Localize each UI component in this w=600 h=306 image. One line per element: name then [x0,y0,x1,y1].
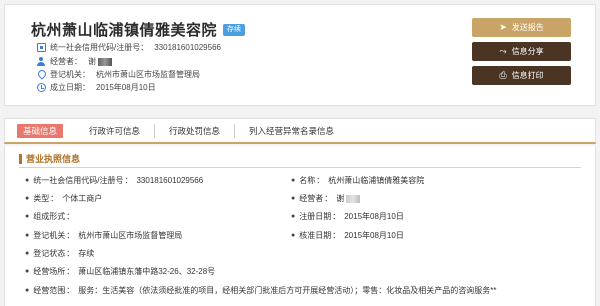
field-label: 经营者 [299,194,324,203]
send-report-button[interactable]: ➤ 发送报告 [472,18,571,37]
section-divider [19,167,581,168]
field-scope: ● 经营范围： 服务：生活美容（依法须经批准的项目，经相关部门批准后方可开展经营… [25,286,497,295]
license-panel: 营业执照信息 ● 统一社会信用代码/注册号： 330181601029566 ●… [4,146,596,306]
field-label: 名称 [299,176,316,185]
redacted-name [346,194,361,203]
established-label: 成立日期： [50,83,90,92]
company-name: 杭州萧山临浦镇倩雅美容院 [31,22,218,39]
field-label: 登记机关 [33,231,66,240]
authority-label: 登记机关： [50,70,90,79]
tab-basic-info[interactable]: 基础信息 [17,123,64,138]
bullet-icon: ● [25,195,30,202]
field-value: 2015年08月10日 [344,231,404,240]
bullet-icon: ● [25,250,30,257]
print-info-button[interactable]: ⎙ 信息打印 [472,66,571,85]
field-label: 经营场所 [33,267,66,276]
operator-line: 经营者： 谢 [37,56,112,67]
bullet-icon: ● [291,232,296,239]
bullet-icon: ● [25,268,30,275]
field-value: 2015年08月10日 [344,212,404,221]
field-form: ● 组成形式： [25,212,75,221]
field-reg-date: ● 注册日期： 2015年08月10日 [291,212,404,221]
title-row: 杭州萧山临浦镇倩雅美容院 存续 [31,19,246,40]
field-label: 组成形式 [33,212,66,221]
company-header-card: 杭州萧山临浦镇倩雅美容院 存续 统一社会信用代码/注册号： 3301816010… [4,4,596,106]
user-icon [37,57,46,66]
redacted-name [98,57,112,66]
field-credit-code: ● 统一社会信用代码/注册号： 330181601029566 [25,176,204,185]
established-line: 成立日期： 2015年08月10日 [37,82,156,93]
bullet-icon: ● [25,213,30,220]
credit-code-line: 统一社会信用代码/注册号： 330181601029566 [37,42,221,53]
section-title: 营业执照信息 [19,154,80,164]
bullet-icon: ● [25,232,30,239]
field-label: 核准日期 [299,231,332,240]
field-value: 杭州萧山临浦镇倩雅美容院 [328,176,425,185]
send-icon: ➤ [499,22,507,32]
field-value: 330181601029566 [136,176,204,185]
field-status: ● 登记状态： 存续 [25,249,95,258]
established-value: 2015年08月10日 [96,83,156,92]
send-report-label: 发送报告 [511,23,544,32]
share-icon: ⤳ [499,46,507,56]
id-card-icon [37,43,46,52]
clock-icon [37,83,46,92]
bullet-icon: ● [25,287,30,294]
field-label: 注册日期 [299,212,332,221]
field-value: 存续 [78,249,95,258]
share-info-button[interactable]: ⤳ 信息分享 [472,42,571,61]
tab-admin-penalty[interactable]: 行政处罚信息 [155,123,236,138]
status-badge: 存续 [223,23,246,36]
operator-label: 经营者： [50,57,82,66]
print-icon: ⎙ [499,70,507,80]
credit-code-value: 330181601029566 [154,43,221,52]
field-authority: ● 登记机关： 杭州市萧山区市场监督管理局 [25,231,183,240]
field-premises: ● 经营场所： 萧山区临浦镇东藩中路32-26、32-28号 [25,267,216,276]
credit-code-label: 统一社会信用代码/注册号： [50,43,149,52]
field-value: 谢 [336,194,345,203]
field-label: 经营范围 [33,286,66,295]
tab-bar: 基础信息 行政许可信息 行政处罚信息 列入经营异常名录信息 [4,118,596,144]
bullet-icon: ● [291,213,296,220]
field-value: 服务：生活美容（依法须经批准的项目，经相关部门批准后方可开展经营活动）；零售：化… [78,286,497,295]
authority-line: 登记机关： 杭州市萧山区市场监督管理局 [37,69,200,80]
share-info-label: 信息分享 [511,47,544,56]
field-label: 统一社会信用代码/注册号 [33,176,124,185]
field-name: ● 名称： 杭州萧山临浦镇倩雅美容院 [291,176,425,185]
field-value: 杭州市萧山区市场监督管理局 [78,231,183,240]
print-info-label: 信息打印 [511,71,544,80]
tab-admin-license[interactable]: 行政许可信息 [75,123,156,138]
field-operator: ● 经营者： 谢 [291,193,361,204]
tab-abnormal-list[interactable]: 列入经营异常名录信息 [235,124,348,138]
bullet-icon: ● [25,177,30,184]
bullet-icon: ● [291,177,296,184]
field-type: ● 类型： 个体工商户 [25,194,103,203]
authority-value: 杭州市萧山区市场监督管理局 [96,70,200,79]
field-value: 个体工商户 [62,194,103,203]
location-pin-icon [37,70,46,79]
field-label: 类型 [33,194,50,203]
field-label: 登记状态 [33,249,66,258]
bullet-icon: ● [291,195,296,202]
operator-value: 谢 [88,57,96,66]
field-approval-date: ● 核准日期： 2015年08月10日 [291,231,404,240]
field-value: 萧山区临浦镇东藩中路32-26、32-28号 [78,267,216,276]
